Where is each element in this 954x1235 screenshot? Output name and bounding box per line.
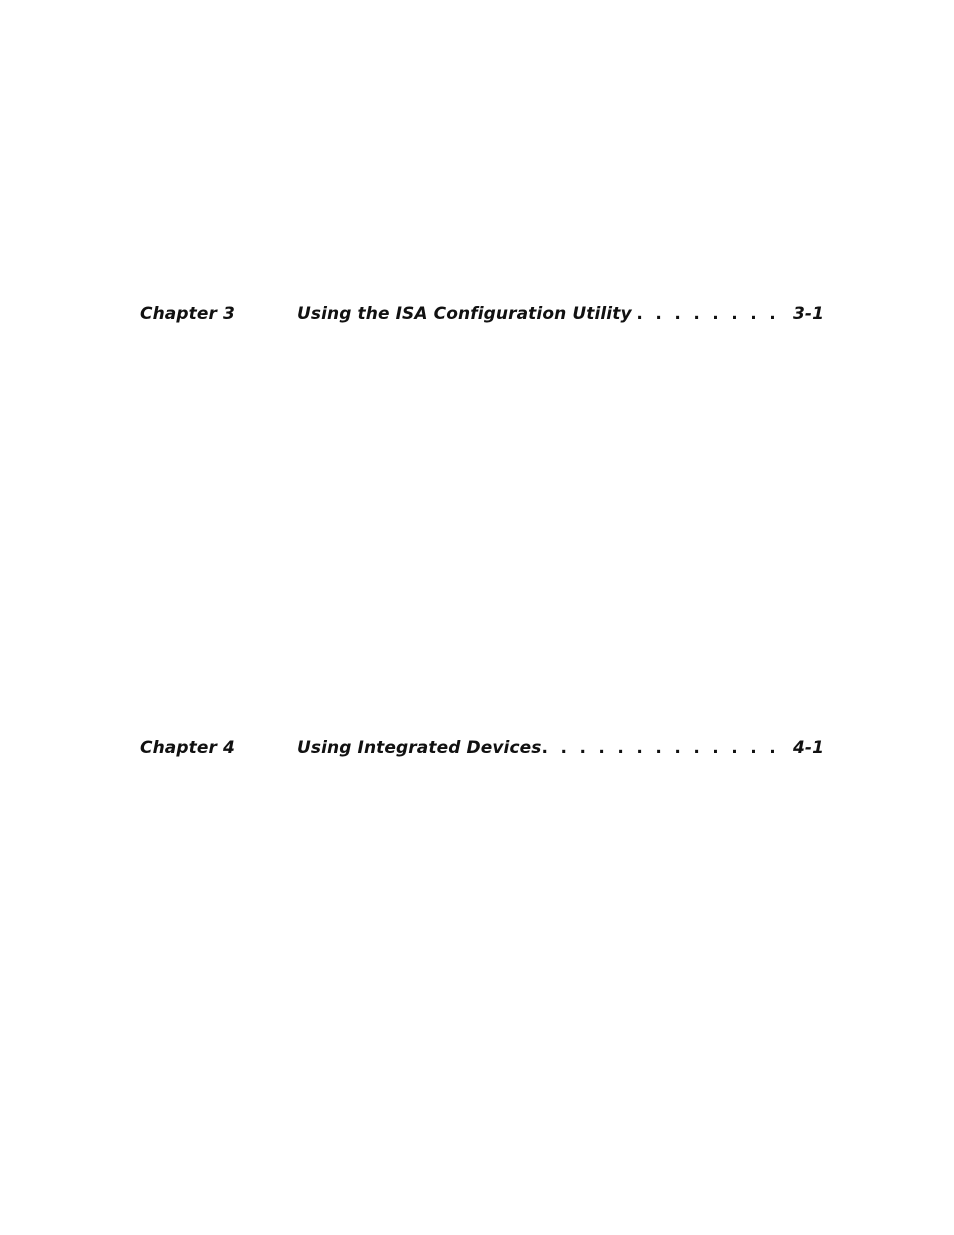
chapter-label: Chapter 4 [140, 738, 235, 758]
chapter-title[interactable]: Using Integrated Devices [297, 738, 541, 758]
dot-leader: . . . . . . . . . . . . . . . . . . . . … [543, 738, 779, 758]
page-reference[interactable]: 4-1 [783, 738, 824, 758]
chapter-label: Chapter 3 [140, 304, 235, 324]
dot-leader: . . . . . . . . . . . . . . . . . . . . … [634, 304, 779, 324]
toc-entry-chapter-4[interactable]: Chapter 4 Using Integrated Devices . . .… [140, 738, 824, 762]
chapter-title[interactable]: Using the ISA Configuration Utility [297, 304, 632, 324]
toc-entry-chapter-3[interactable]: Chapter 3 Using the ISA Configuration Ut… [140, 304, 824, 328]
page-reference[interactable]: 3-1 [783, 304, 824, 324]
